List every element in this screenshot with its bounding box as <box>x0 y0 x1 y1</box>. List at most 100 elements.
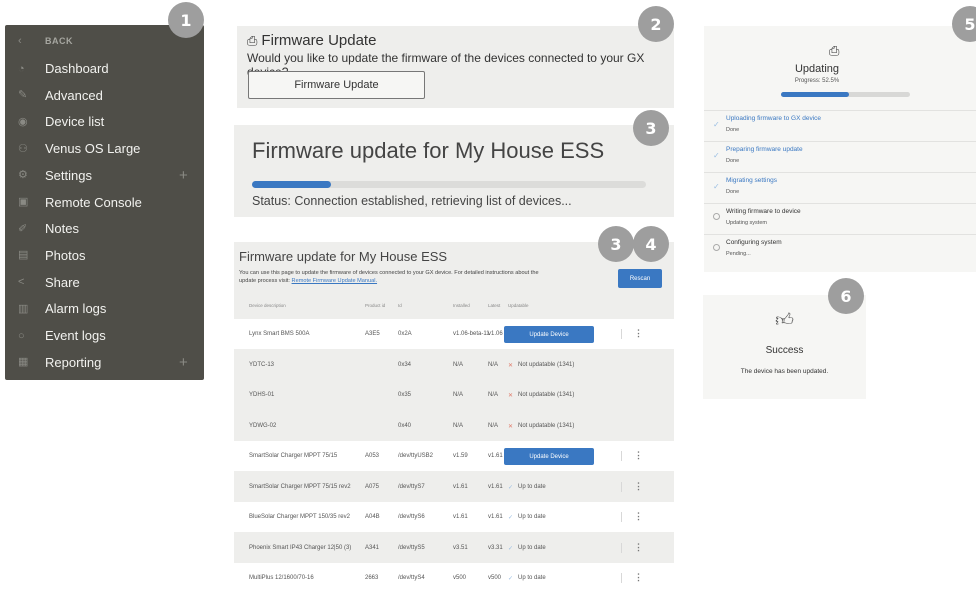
firmware-icon: ⎙ <box>247 33 258 48</box>
updatable-status: Not updatable (1341) <box>518 392 575 398</box>
installed-version: v1.06-beta-11 <box>453 331 490 337</box>
sidebar-item-settings[interactable]: ⚙ Settings + <box>5 162 204 189</box>
device-id: /dev/ttyS7 <box>398 483 425 490</box>
check-icon: ✓ <box>508 515 514 521</box>
installed-version: v1.59 <box>453 453 468 459</box>
column-header: Installed <box>453 303 470 308</box>
step-detail: Done <box>726 127 740 133</box>
sidebar-item-label: Event logs <box>45 328 106 343</box>
sidebar-item-label: Advanced <box>45 87 103 103</box>
installed-version: N/A <box>453 422 464 429</box>
device-description: Phoenix Smart IP43 Charger 12|50 (3) <box>249 544 352 551</box>
update-step: Configuring system Pending... <box>704 234 976 264</box>
more-options-icon[interactable]: ⋮ <box>634 450 643 461</box>
sidebar-item-alarm-logs[interactable]: ▥ Alarm logs <box>5 295 204 322</box>
step-title: Preparing firmware update <box>726 146 803 153</box>
latest-version: v3.31 <box>488 544 503 551</box>
sidebar-item-venus-os-large[interactable]: ⚇ Venus OS Large <box>5 135 204 162</box>
rescan-button[interactable]: Rescan <box>618 269 662 288</box>
sidebar-item-event-logs[interactable]: ○ Event logs <box>5 322 204 349</box>
device-id: /dev/ttyS4 <box>398 575 425 581</box>
more-options-icon[interactable]: ⋮ <box>634 328 643 339</box>
column-header: Latest <box>488 303 501 308</box>
update-device-button[interactable]: Update Device <box>504 326 594 343</box>
pending-circle-icon <box>713 213 720 222</box>
sidebar-menu: ‹ BACK ◔ Dashboard ✎ Advanced ◉ Device list ⚇ V… <box>5 25 204 380</box>
step-badge-6: 6 <box>828 278 864 314</box>
updating-progress-fill <box>781 92 849 97</box>
firmware-update-button[interactable]: Firmware Update <box>248 71 425 99</box>
product-id: 2663 <box>365 575 379 581</box>
firmware-progress-card: Firmware update for My House ESS Status:… <box>234 125 674 217</box>
success-title: Success <box>765 345 804 356</box>
update-step: Writing firmware to device Updating syste… <box>704 203 976 233</box>
notes-icon: ✐ <box>18 222 28 235</box>
intro-text: You can use this page to update the firm… <box>239 270 539 284</box>
product-id: A341 <box>365 544 380 551</box>
device-list-title: Firmware update for My House ESS <box>239 249 448 264</box>
sidebar-item-advanced[interactable]: ✎ Advanced <box>5 82 204 109</box>
updatable-status: Not updatable (1341) <box>518 422 575 429</box>
sidebar-item-share[interactable]: < Share <box>5 269 204 296</box>
divider <box>621 512 622 522</box>
divider <box>621 329 622 339</box>
device-list-icon: ◉ <box>18 115 28 128</box>
sidebar-item-photos[interactable]: ▤ Photos <box>5 242 204 269</box>
not-updatable-icon: ✕ <box>508 393 514 399</box>
firmware-update-card: ⎙ Firmware Update Would you like to updat… <box>237 26 674 108</box>
updatable-status: Up to date <box>518 514 546 520</box>
sidebar-item-label: Settings <box>45 167 92 183</box>
device-list-card: Firmware update for My House ESS You can… <box>234 242 674 593</box>
installed-version: N/A <box>453 392 464 398</box>
table-row: SmartSolar Charger MPPT 75/15 A053/dev/tt… <box>234 441 674 471</box>
update-device-button[interactable]: Update Device <box>504 448 594 465</box>
device-description: BlueSolar Charger MPPT 150/35 rev2 <box>249 514 350 520</box>
more-options-icon[interactable]: ⋮ <box>634 572 643 583</box>
divider <box>621 451 622 461</box>
sidebar-item-remote-console[interactable]: ▣ Remote Console <box>5 189 204 216</box>
device-description: Lynx Smart BMS 500A <box>249 331 310 337</box>
latest-version: v1.61 <box>488 453 503 459</box>
table-row: YDWG-02 0x40 N/A N/A ✕ Not updatable (1341) <box>234 411 674 441</box>
more-options-icon[interactable]: ⋮ <box>634 481 643 492</box>
updatable-status: Up to date <box>518 483 546 490</box>
firmware-update-title: ⎙ Firmware Update <box>247 32 377 49</box>
device-description: YDWG-02 <box>249 422 277 429</box>
table-row: MultiPlus 12/1600/70-16 2663/dev/ttyS4 v50… <box>234 563 674 593</box>
device-description: MultiPlus 12/1600/70-16 <box>249 575 314 581</box>
share-icon: < <box>18 276 25 289</box>
sidebar-item-label: Photos <box>45 247 86 263</box>
table-row: Lynx Smart BMS 500A A3E5 0x2A v1.06-beta-11… <box>234 319 674 349</box>
sidebar-item-dashboard[interactable]: ◔ Dashboard <box>5 55 204 82</box>
step-detail: Updating system <box>726 220 767 226</box>
more-options-icon[interactable]: ⋮ <box>634 511 643 522</box>
sidebar-item-label: Device list <box>45 114 105 130</box>
table-row: YDHS-01 0x35 N/A N/A ✕ Not updatable (1341) <box>234 380 674 410</box>
installed-version: N/A <box>453 361 464 368</box>
table-row: SmartSolar Charger MPPT 75/15 rev2 A075/d… <box>234 472 674 502</box>
table-row: Phoenix Smart IP43 Charger 12|50 (3) A341… <box>234 533 674 563</box>
table-row: YDTC-13 0x34 N/A N/A ✕ Not updatable (1341) <box>234 350 674 380</box>
installed-version: v3.51 <box>453 544 468 551</box>
sidebar-item-label: Alarm logs <box>45 301 107 317</box>
expand-icon: + <box>179 166 188 184</box>
reporting-icon: ▦ <box>18 356 29 369</box>
firmware-progress-title: Firmware update for My House ESS <box>252 138 605 163</box>
sidebar-item-reporting[interactable]: ▦ Reporting + <box>5 349 204 376</box>
step-detail: Done <box>726 158 740 164</box>
not-updatable-icon: ✕ <box>508 362 514 369</box>
installed-version: v1.61 <box>453 483 468 490</box>
progress-bar <box>252 181 646 188</box>
latest-version: N/A <box>488 361 499 368</box>
latest-version: v1.06 <box>488 331 503 337</box>
venus-os-icon: ⚇ <box>18 142 28 155</box>
sidebar-item-device-list[interactable]: ◉ Device list <box>5 108 204 135</box>
more-options-icon[interactable]: ⋮ <box>634 542 643 553</box>
sidebar-item-notes[interactable]: ✐ Notes <box>5 215 204 242</box>
manual-link[interactable]: Remote Firmware Update Manual. <box>292 278 378 284</box>
latest-version: N/A <box>488 422 499 429</box>
step-title: Configuring system <box>726 239 782 246</box>
sidebar-item-label: Notes <box>45 221 79 237</box>
device-id: 0x35 <box>398 392 412 398</box>
updating-progress-label: Progress: 52.5% <box>794 78 840 84</box>
